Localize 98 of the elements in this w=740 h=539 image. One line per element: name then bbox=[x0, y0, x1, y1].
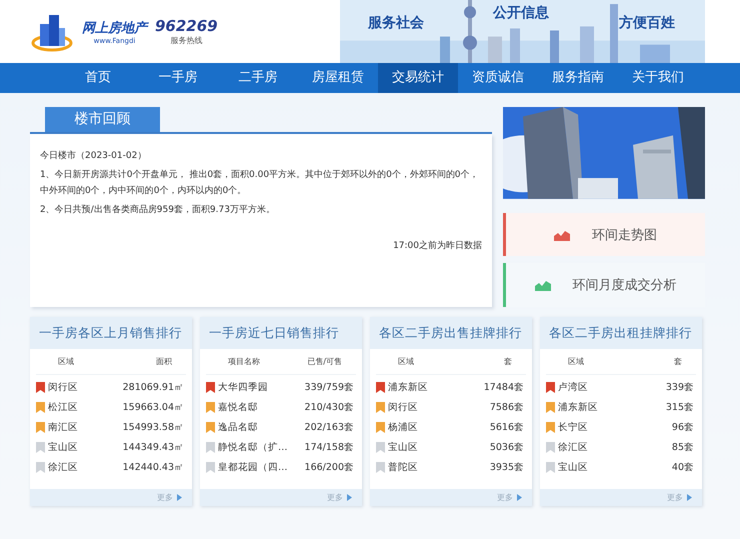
table-cell-text: 202/163套 bbox=[304, 420, 355, 434]
column-header: 区域 bbox=[57, 356, 75, 367]
column-header: 区域 bbox=[567, 356, 585, 367]
table-cell-text: 宝山区 bbox=[48, 440, 79, 454]
slogan: 方便百姓 bbox=[619, 14, 675, 32]
nav-tab[interactable]: 服务指南 bbox=[538, 63, 618, 93]
card-title: 一手房各区上月销售排行 bbox=[38, 324, 183, 342]
rank-badge-icon bbox=[546, 402, 555, 412]
column-header: 区域 bbox=[397, 356, 415, 367]
nav-tab[interactable]: 交易统计 bbox=[378, 63, 458, 93]
table-cell-text: 卢湾区 bbox=[558, 380, 589, 394]
rank-badge-icon bbox=[376, 462, 385, 472]
area-chart-icon bbox=[534, 279, 550, 292]
rank-badge-icon bbox=[546, 382, 555, 392]
logo-text: 网上房地产 bbox=[82, 20, 147, 36]
rank-badge-icon bbox=[36, 422, 45, 432]
table-cell-text: 宝山区 bbox=[558, 460, 589, 474]
table-cell-text: 142440.43㎡ bbox=[122, 460, 185, 474]
card-title: 一手房近七日销售排行 bbox=[208, 324, 340, 342]
section-tab[interactable]: 楼市回顾 bbox=[45, 107, 160, 132]
table-cell-text: 普陀区 bbox=[388, 460, 419, 474]
arrow-icon bbox=[517, 494, 522, 501]
table-cell-text: 杨浦区 bbox=[388, 420, 419, 434]
report-paragraph: 1、今日新开房源共计0个开盘单元， 推出0套，面积0.00平方米。其中位于郊环以外的0个，外郊环间的0个，中外环间的0个，内中环间的0个，内环以内的0个。 bbox=[40, 168, 480, 198]
rank-badge-icon bbox=[206, 382, 215, 392]
table-cell-text: 159663.04㎡ bbox=[122, 400, 185, 414]
table-cell-text: 7586套 bbox=[488, 400, 525, 414]
arrow-icon bbox=[347, 494, 352, 501]
table-cell-text: 徐汇区 bbox=[48, 460, 79, 474]
table-cell: 静悦名邸（扩… bbox=[218, 440, 288, 454]
table-cell-text: 宝山区 bbox=[388, 440, 419, 454]
table-cell-text: 210/430套 bbox=[304, 400, 355, 414]
table-cell-text: 大华四季园 bbox=[218, 380, 269, 394]
table-cell-text: 339/759套 bbox=[304, 380, 355, 394]
nav-tab[interactable]: 首页 bbox=[58, 63, 138, 93]
card-title: 各区二手房出售挂牌排行 bbox=[378, 324, 523, 342]
hotline-label: 服务热线 bbox=[170, 35, 202, 46]
rank-badge-icon bbox=[36, 462, 45, 472]
table-cell-text: 闵行区 bbox=[388, 400, 419, 414]
column-header: 已售/可售 bbox=[306, 356, 343, 367]
arrow-icon bbox=[687, 494, 692, 501]
table-cell-text: 长宁区 bbox=[558, 420, 589, 434]
table-cell-text: 嘉悦名邸 bbox=[218, 400, 259, 414]
rank-badge-icon bbox=[36, 402, 45, 412]
table-cell-text: 5036套 bbox=[488, 440, 525, 454]
table-cell-text: 3935套 bbox=[488, 460, 525, 474]
table-cell-text: 松江区 bbox=[48, 400, 79, 414]
table-cell-text: 154993.58㎡ bbox=[122, 420, 185, 434]
column-header: 套 bbox=[503, 356, 513, 367]
rank-badge-icon bbox=[36, 442, 45, 452]
rank-badge-icon bbox=[206, 402, 215, 412]
rank-badge-icon bbox=[546, 442, 555, 452]
date-line: 今日楼市（2023-01-02） bbox=[40, 150, 148, 163]
column-header: 项目名称 bbox=[227, 356, 261, 367]
table-cell-text: 逸品名邸 bbox=[218, 420, 259, 434]
arrow-icon bbox=[177, 494, 182, 501]
rank-badge-icon bbox=[376, 382, 385, 392]
rank-badge-icon bbox=[376, 402, 385, 412]
table-cell-text: 339套 bbox=[664, 380, 695, 394]
area-chart-icon bbox=[554, 228, 570, 241]
rank-badge-icon bbox=[546, 422, 555, 432]
nav-tab[interactable]: 一手房 bbox=[138, 63, 218, 93]
rank-badge-icon bbox=[206, 462, 215, 472]
table-cell-text: 闵行区 bbox=[48, 380, 79, 394]
table-cell-text: 5616套 bbox=[488, 420, 525, 434]
rank-badge-icon bbox=[206, 442, 215, 452]
side-link[interactable]: 环间走势图 bbox=[503, 212, 705, 256]
table-cell-text: 40套 bbox=[670, 460, 695, 474]
table-cell-text: 315套 bbox=[664, 400, 695, 414]
nav-tab[interactable]: 房屋租赁 bbox=[298, 63, 378, 93]
report-paragraph: 2、今日共预/出售各类商品房959套，面积9.73万平方米。 bbox=[40, 204, 276, 217]
column-header: 面积 bbox=[155, 356, 173, 367]
nav-tab[interactable]: 二手房 bbox=[218, 63, 298, 93]
rank-badge-icon bbox=[36, 382, 45, 392]
table-cell-text: 徐汇区 bbox=[558, 440, 589, 454]
card-title: 各区二手房出租挂牌排行 bbox=[548, 324, 693, 342]
table-cell-text: 南汇区 bbox=[48, 420, 79, 434]
data-note: 17:00之前为昨日数据 bbox=[393, 240, 482, 252]
rank-badge-icon bbox=[546, 462, 555, 472]
table-cell-text: 174/158套 bbox=[304, 440, 355, 454]
table-cell-text: 281069.91㎡ bbox=[122, 380, 185, 394]
nav-tab[interactable]: 关于我们 bbox=[618, 63, 698, 93]
rank-badge-icon bbox=[376, 442, 385, 452]
table-cell: 皇都花园（四… bbox=[218, 460, 288, 474]
hotline-number: 962269 bbox=[155, 17, 218, 35]
slogan: 服务社会 bbox=[368, 14, 424, 32]
rank-badge-icon bbox=[206, 422, 215, 432]
slogan: 公开信息 bbox=[493, 4, 549, 22]
table-cell-text: 96套 bbox=[670, 420, 695, 434]
table-cell-text: 166/200套 bbox=[304, 460, 355, 474]
rank-badge-icon bbox=[376, 422, 385, 432]
table-cell-text: 85套 bbox=[670, 440, 695, 454]
nav-tab[interactable]: 资质诚信 bbox=[458, 63, 538, 93]
table-cell-text: 浦东新区 bbox=[388, 380, 429, 394]
column-header: 套 bbox=[673, 356, 683, 367]
table-cell-text: 17484套 bbox=[482, 380, 525, 394]
table-cell-text: 144349.43㎡ bbox=[122, 440, 185, 454]
table-cell-text: 浦东新区 bbox=[558, 400, 599, 414]
